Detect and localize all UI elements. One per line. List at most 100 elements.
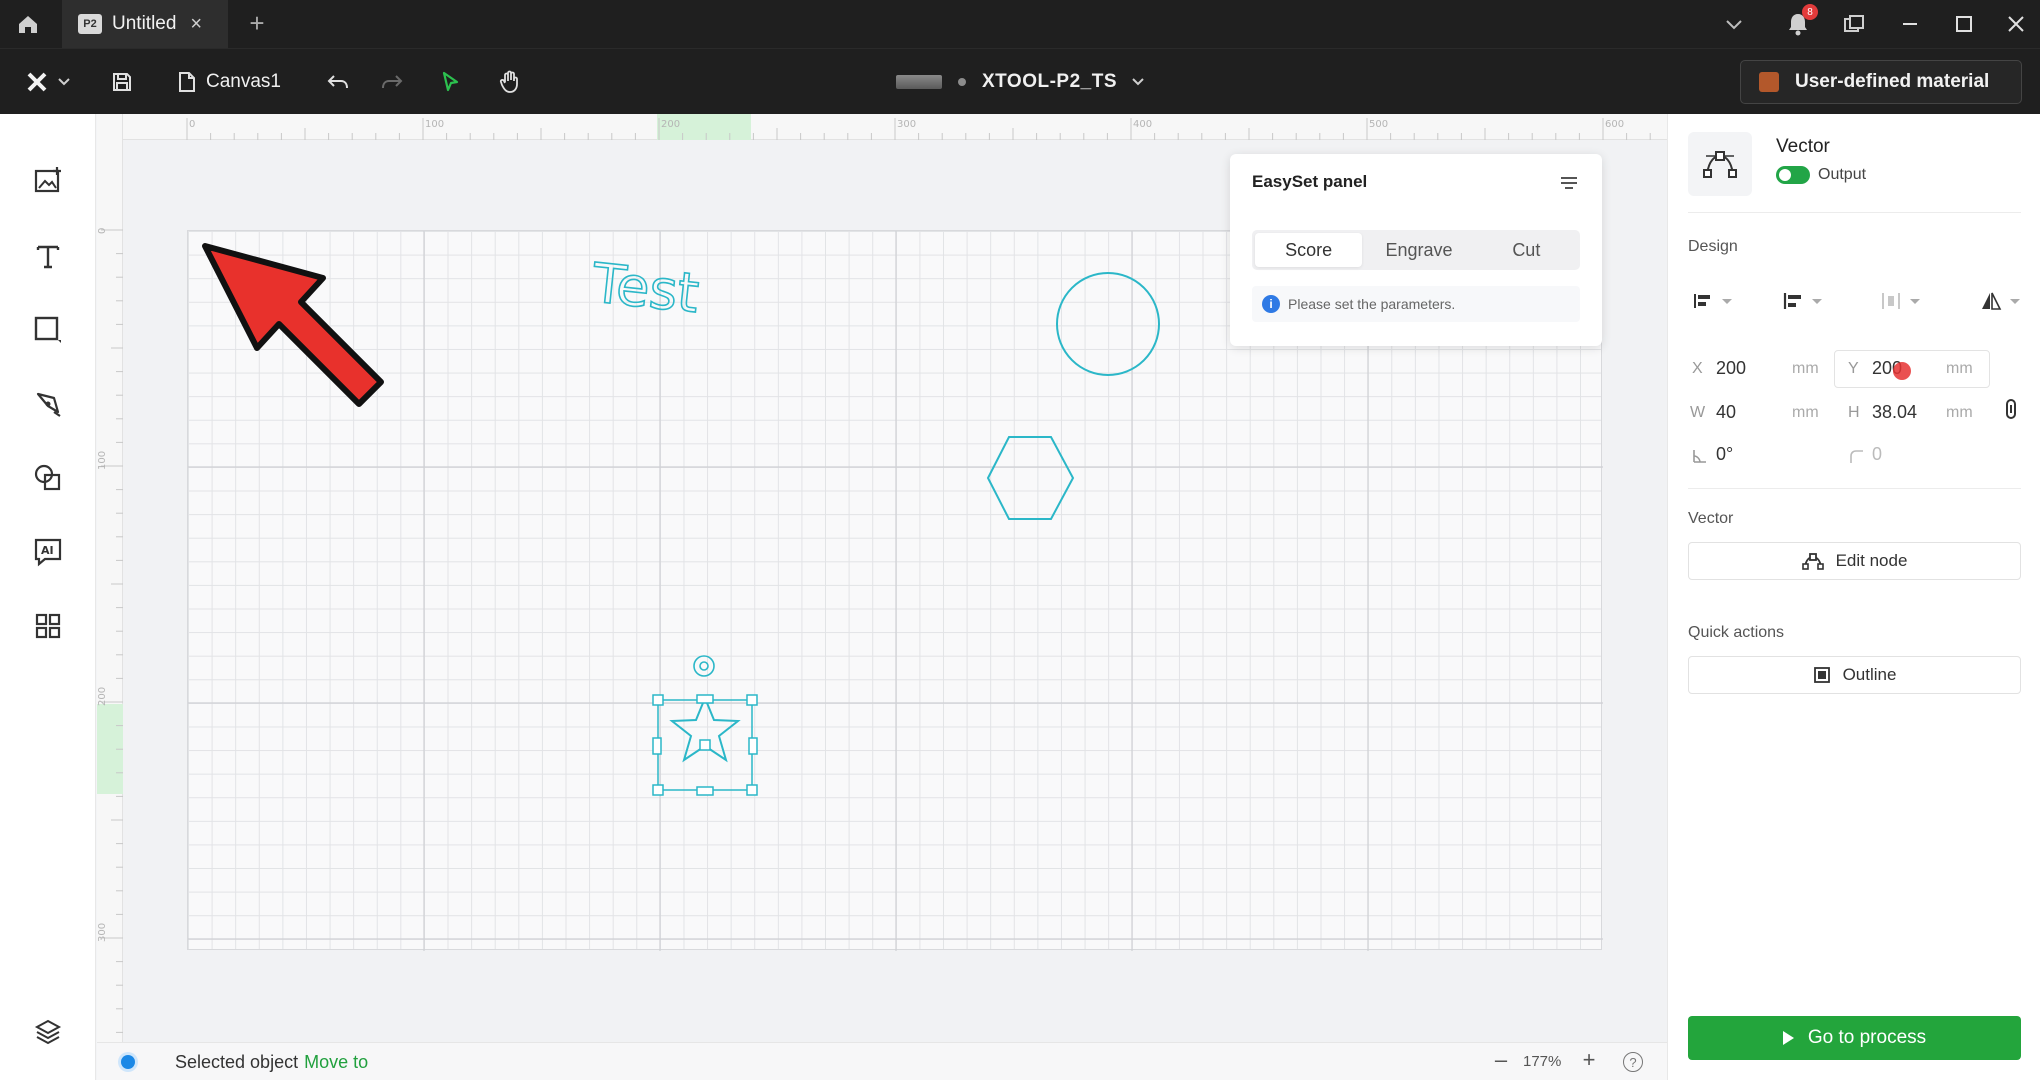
notification-count-badge: 8 — [1802, 4, 1818, 20]
tabs-dropdown-button[interactable] — [1716, 0, 1752, 48]
mouse-cursor-indicator — [1893, 362, 1911, 380]
device-selector[interactable]: XTOOL-P2_TS — [896, 61, 1145, 103]
home-button[interactable] — [12, 10, 44, 38]
rotation-input[interactable]: 0° — [1716, 444, 1733, 465]
undo-button[interactable] — [318, 61, 358, 103]
w-input[interactable]: 40 — [1716, 402, 1736, 423]
divider — [1688, 488, 2021, 489]
new-tab-button[interactable]: + — [242, 8, 272, 38]
text-tool-button[interactable] — [28, 236, 68, 276]
app-menu-button[interactable] — [18, 61, 78, 103]
tab-title: Untitled — [112, 13, 177, 34]
zoom-level[interactable]: 177% — [1523, 1053, 1561, 1070]
status-bar: Selected object Move to – 177% + ? — [97, 1042, 1667, 1080]
hand-icon — [499, 70, 518, 93]
tab-untitled[interactable]: P2 Untitled × — [62, 0, 228, 48]
save-button[interactable] — [102, 61, 142, 103]
device-name: XTOOL-P2_TS — [982, 71, 1118, 92]
go-to-process-button[interactable]: Go to process — [1688, 1016, 2021, 1060]
h-input[interactable]: 38.04 — [1872, 402, 1917, 423]
notifications-button[interactable]: 8 — [1778, 0, 1818, 48]
distribute-dropdown[interactable] — [1880, 286, 1920, 316]
edit-node-button[interactable]: Edit node — [1688, 542, 2021, 580]
window-layout-button[interactable] — [1834, 0, 1874, 48]
zoom-in-button[interactable]: + — [1575, 1047, 1603, 1077]
lock-ratio-icon[interactable] — [2003, 398, 2019, 420]
w-unit: mm — [1792, 404, 1819, 421]
object-type-thumbnail — [1688, 132, 1752, 196]
material-swatch — [1759, 72, 1779, 92]
image-add-icon — [34, 167, 61, 193]
close-icon — [2008, 16, 2024, 32]
arrange-dropdown[interactable] — [1692, 286, 1732, 316]
layers-icon — [34, 1019, 62, 1045]
quick-actions-title: Quick actions — [1688, 624, 1785, 641]
canvas-text-object[interactable]: Test — [588, 250, 703, 325]
tab-cut[interactable]: Cut — [1473, 230, 1580, 270]
outline-icon — [1813, 667, 1830, 683]
select-tool-button[interactable] — [430, 61, 470, 103]
hand-tool-button[interactable] — [490, 61, 530, 103]
shape-tool-button[interactable] — [28, 310, 68, 350]
image-tool-button[interactable] — [28, 160, 68, 200]
material-selector-button[interactable]: User-defined material — [1740, 60, 2022, 104]
redo-button[interactable] — [372, 61, 412, 103]
output-label: Output — [1818, 166, 1867, 183]
close-window-button[interactable] — [1996, 0, 2036, 48]
y-unit: mm — [1946, 360, 1973, 377]
processing-type-tabs: Score Engrave Cut — [1252, 230, 1580, 270]
tab-close-icon[interactable]: × — [190, 13, 202, 36]
pen-tool-button[interactable] — [28, 384, 68, 424]
layers-button[interactable] — [28, 1012, 68, 1052]
outline-button[interactable]: Outline — [1688, 656, 2021, 694]
move-to-link[interactable]: Move to — [304, 1052, 368, 1072]
home-icon — [19, 16, 37, 33]
status-text: Selected object — [175, 1052, 299, 1072]
title-bar: P2 Untitled × + 8 — [0, 0, 2040, 48]
tab-score[interactable]: Score — [1255, 233, 1363, 267]
x-label: X — [1692, 360, 1703, 377]
flip-dropdown[interactable] — [1980, 286, 2020, 316]
device-thumbnail — [896, 75, 942, 89]
chevron-down-icon — [1726, 20, 1742, 30]
object-type-label: Vector — [1776, 136, 1830, 157]
chevron-down-icon — [1910, 298, 1920, 304]
rotate-handle-icon[interactable] — [693, 655, 715, 677]
document-icon — [179, 72, 195, 92]
minimize-button[interactable] — [1890, 0, 1930, 48]
xtool-logo-icon — [27, 72, 47, 92]
canvas-hexagon-object[interactable] — [986, 436, 1075, 520]
output-toggle[interactable] — [1776, 166, 1810, 184]
pen-icon — [36, 392, 61, 417]
x-input[interactable]: 200 — [1716, 358, 1746, 379]
go-to-process-label: Go to process — [1807, 1027, 1927, 1048]
h-label: H — [1848, 404, 1860, 421]
red-arrow-annotation — [202, 243, 384, 407]
ai-tool-button[interactable]: AI — [28, 532, 68, 572]
combine-shapes-button[interactable] — [28, 458, 68, 498]
selected-star-object[interactable] — [652, 655, 758, 796]
square-shape-icon — [34, 316, 61, 343]
easyset-panel: EasySet panel Score Engrave Cut i Please… — [1230, 154, 1602, 346]
w-label: W — [1690, 404, 1706, 421]
corner-radius-icon — [1850, 450, 1863, 463]
canvas-selector[interactable]: Canvas1 — [178, 61, 298, 103]
vector-node-icon — [1703, 151, 1737, 178]
device-status-dot — [958, 78, 966, 86]
arrange-icon — [1694, 294, 1710, 308]
canvas-circle-object[interactable] — [1056, 272, 1160, 376]
svg-text:AI: AI — [41, 544, 54, 557]
zoom-out-button[interactable]: – — [1487, 1047, 1515, 1077]
help-icon[interactable]: ? — [1623, 1052, 1643, 1072]
edit-node-label: Edit node — [1835, 551, 1908, 570]
elements-library-button[interactable] — [28, 606, 68, 646]
corner-radius-input[interactable]: 0 — [1872, 444, 1882, 465]
tab-app-badge: P2 — [78, 14, 102, 34]
align-dropdown[interactable] — [1782, 286, 1822, 316]
chevron-down-icon — [1132, 78, 1144, 86]
filter-menu-icon[interactable] — [1558, 174, 1580, 192]
select-arrow-icon — [442, 71, 459, 92]
tab-engrave[interactable]: Engrave — [1365, 230, 1472, 270]
maximize-button[interactable] — [1944, 0, 1984, 48]
selection-handles[interactable] — [652, 694, 758, 796]
